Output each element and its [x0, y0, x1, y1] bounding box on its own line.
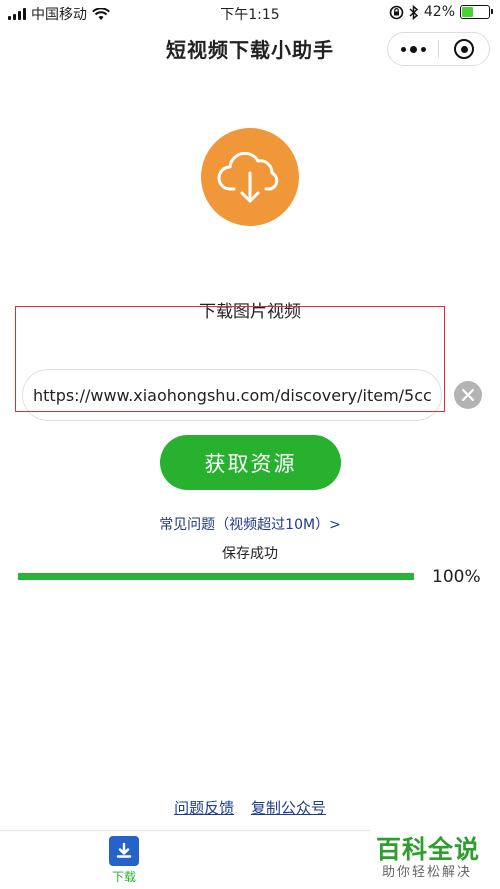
orientation-lock-icon	[389, 5, 404, 19]
battery-fill	[462, 7, 473, 17]
wifi-icon	[92, 7, 110, 20]
signal-icon	[8, 8, 26, 20]
progress-percent: 100%	[432, 567, 481, 587]
more-button[interactable]	[388, 33, 438, 65]
download-progress-fill	[18, 573, 414, 580]
feedback-link[interactable]: 问题反馈	[174, 799, 234, 817]
clear-icon	[461, 388, 475, 402]
copy-account-link[interactable]: 复制公众号	[251, 799, 326, 817]
battery-percent: 42%	[423, 4, 455, 20]
nav-bar: 短视频下载小助手	[0, 26, 500, 72]
download-progress-bar	[18, 573, 414, 580]
close-mini-program-button[interactable]	[439, 33, 489, 65]
status-bar: 中国移动 下午1:15 42%	[0, 0, 500, 26]
faq-link[interactable]: 常见问题（视频超过10M）>	[0, 514, 500, 534]
url-input[interactable]	[22, 369, 442, 421]
footer-links: 问题反馈 复制公众号	[0, 797, 500, 818]
bluetooth-icon	[409, 4, 419, 20]
save-status: 保存成功	[222, 546, 278, 562]
close-target-icon	[454, 39, 474, 59]
cloud-download-icon	[201, 128, 299, 226]
tab-download[interactable]: 下载	[103, 834, 145, 885]
status-right: 42%	[389, 4, 493, 20]
tab-download-label: 下载	[111, 870, 136, 884]
section-label: 下载图片视频	[199, 302, 301, 322]
clear-input-button[interactable]	[454, 381, 482, 409]
battery-icon	[460, 5, 493, 19]
watermark-subtitle: 助你轻松解决	[382, 865, 473, 880]
carrier-name: 中国移动	[31, 7, 87, 23]
fetch-resource-button[interactable]: 获取资源	[160, 435, 341, 490]
download-icon	[109, 836, 139, 866]
status-left: 中国移动	[8, 4, 110, 24]
watermark: 百科全说 助你轻松解决	[370, 828, 500, 889]
mini-program-capsule	[387, 32, 490, 66]
more-icon	[400, 45, 426, 53]
